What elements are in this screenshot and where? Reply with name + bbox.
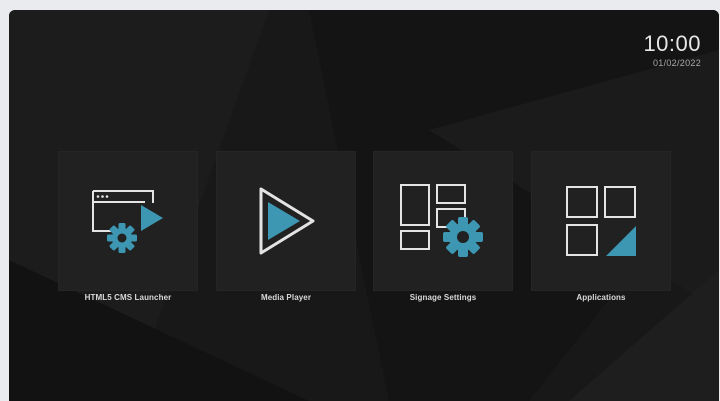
tile-applications[interactable] — [531, 151, 671, 291]
label-signage-settings: Signage Settings — [409, 293, 477, 302]
label-media-player: Media Player — [260, 293, 312, 302]
label-applications: Applications — [576, 293, 626, 302]
label-html5-cms-launcher: HTML5 CMS Launcher — [84, 293, 172, 302]
signage-settings-icon — [395, 179, 491, 263]
tile-html5-cms-launcher[interactable] — [58, 151, 198, 291]
play-icon — [251, 183, 321, 259]
clock-time: 10:00 — [643, 31, 701, 56]
clock-date: 01/02/2022 — [652, 58, 701, 68]
apps-grid-icon — [561, 181, 641, 261]
home-screen: 10:00 01/02/2022 HTML5 CMS Launcher Medi… — [9, 10, 719, 401]
tile-signage-settings[interactable] — [373, 151, 513, 291]
html5-cms-launcher-icon — [83, 181, 173, 261]
tile-media-player[interactable] — [216, 151, 356, 291]
clock: 10:00 01/02/2022 — [643, 31, 701, 69]
